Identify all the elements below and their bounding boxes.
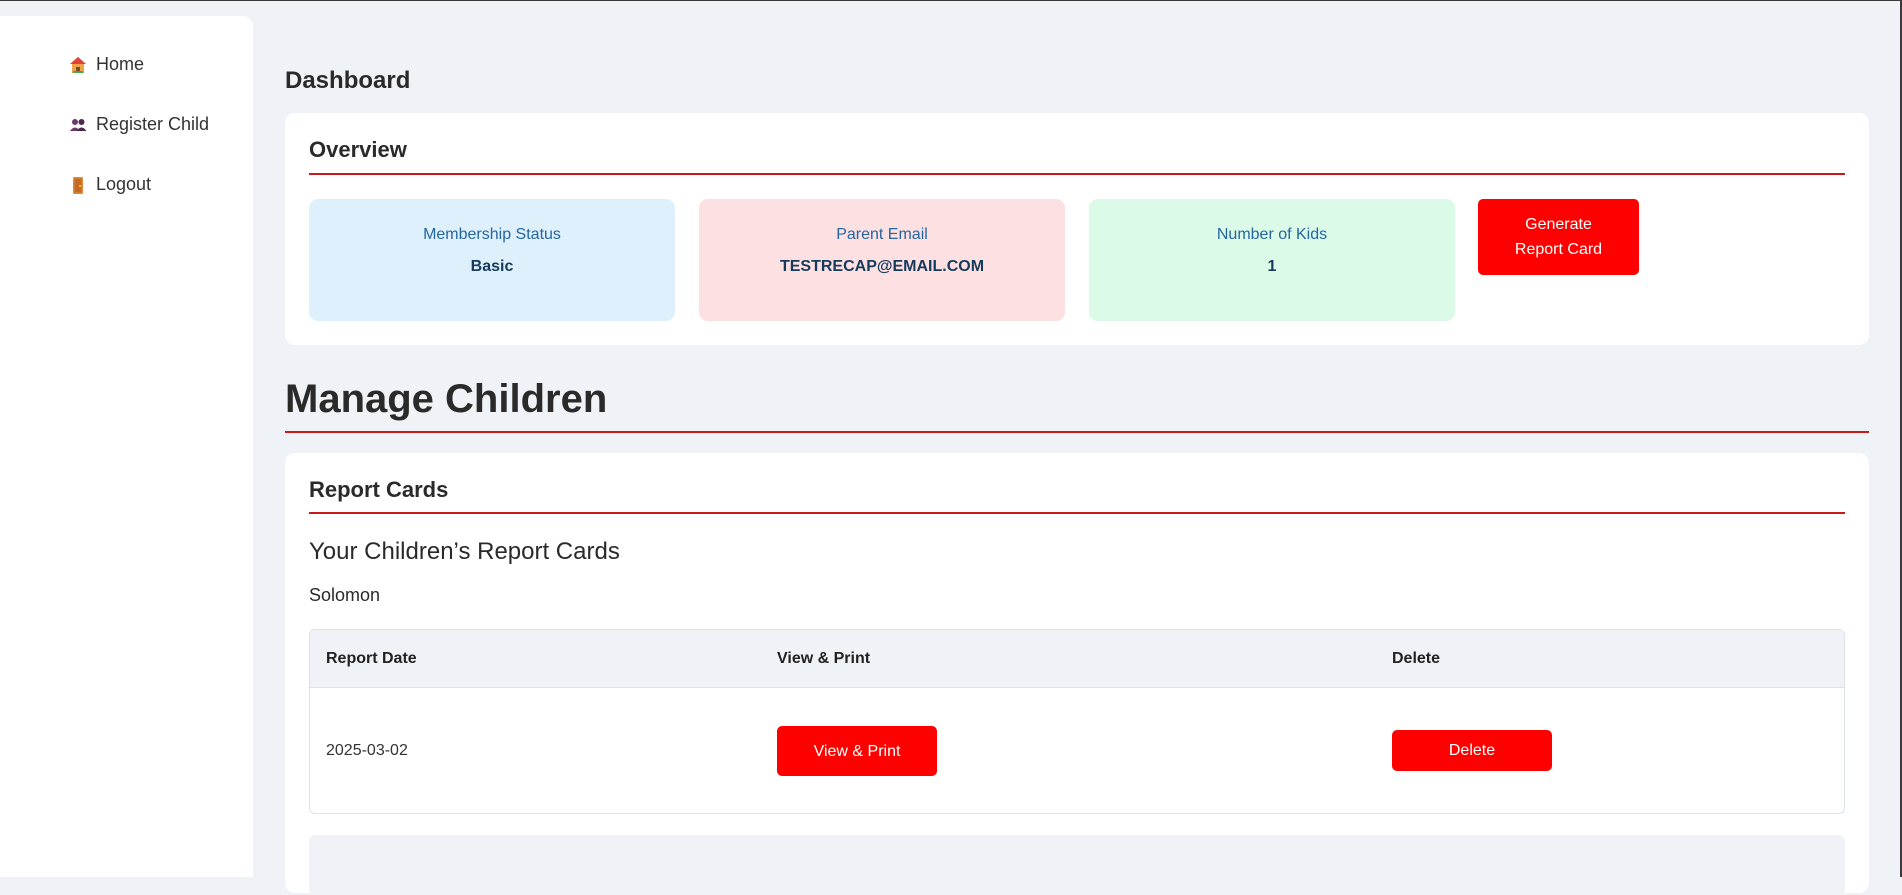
overview-card: Overview Membership Status Basic Parent … — [285, 113, 1869, 345]
column-header-delete: Delete — [1392, 650, 1441, 667]
view-print-button[interactable]: View & Print — [777, 726, 937, 776]
overview-divider — [309, 173, 1845, 175]
delete-button[interactable]: Delete — [1392, 730, 1552, 771]
overview-title: Overview — [309, 137, 407, 162]
sidebar-item-label: Logout — [96, 174, 152, 194]
sidebar-item-label: Register Child — [96, 114, 210, 134]
house-icon — [68, 55, 88, 75]
door-icon — [68, 175, 88, 195]
stat-value: 1 — [1267, 258, 1277, 275]
window-top-border — [0, 0, 1902, 1]
column-header-view-print: View & Print — [777, 650, 871, 667]
stat-value: TESTRECAP@EMAIL.COM — [779, 258, 985, 275]
sidebar-item-register-child[interactable]: Register Child — [68, 114, 209, 135]
sidebar-item-home[interactable]: Home — [68, 54, 144, 75]
manage-children-title: Manage Children — [285, 377, 608, 421]
stat-label: Membership Status — [423, 226, 561, 243]
report-date-cell: 2025-03-02 — [326, 742, 408, 759]
manage-children-divider — [285, 431, 1869, 433]
sidebar-item-label: Home — [96, 54, 145, 74]
parent-email-card: Parent Email TESTRECAP@EMAIL.COM — [699, 199, 1065, 321]
child-name: Solomon — [309, 585, 381, 605]
number-of-kids-card: Number of Kids 1 — [1089, 199, 1455, 321]
membership-status-card: Membership Status Basic — [309, 199, 675, 321]
generate-report-card-button[interactable]: Generate Report Card — [1478, 199, 1639, 275]
next-report-block — [309, 835, 1845, 895]
report-cards-subtitle: Your Children’s Report Cards — [309, 538, 620, 565]
report-cards-title: Report Cards — [309, 477, 449, 502]
page-title: Dashboard — [285, 67, 411, 94]
stat-label: Parent Email — [836, 226, 928, 243]
report-cards-table: Report Date View & Print Delete 2025-03-… — [309, 629, 1845, 814]
stat-label: Number of Kids — [1216, 226, 1328, 243]
table-header: Report Date View & Print Delete — [310, 630, 1844, 688]
table-row: 2025-03-02 View & Print Delete — [310, 688, 1844, 813]
sidebar-item-logout[interactable]: Logout — [68, 174, 151, 195]
column-header-report-date: Report Date — [326, 650, 417, 667]
users-icon — [68, 115, 88, 135]
report-cards-divider — [309, 512, 1845, 514]
sidebar: Home Register Child Logout — [0, 16, 253, 877]
report-cards-card: Report Cards Your Children’s Report Card… — [285, 453, 1869, 895]
stat-value: Basic — [470, 258, 514, 275]
